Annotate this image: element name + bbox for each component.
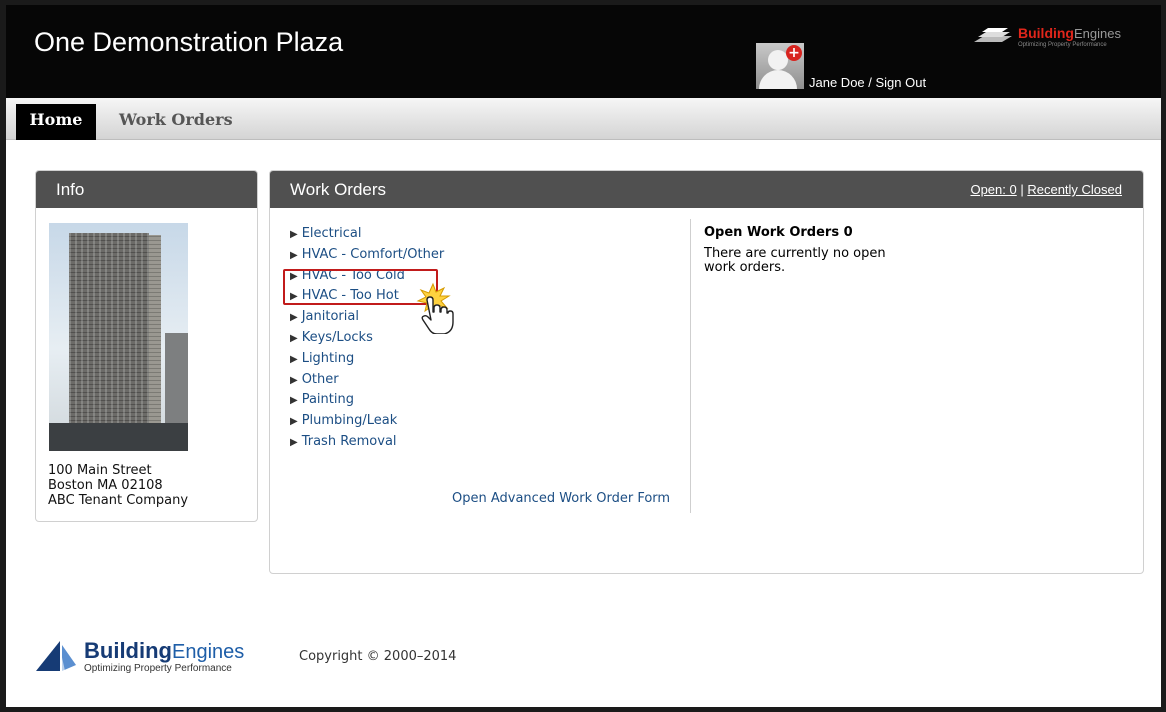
footer-logo-light: Engines [171,641,245,663]
footer-logo: BuildingEngines Optimizing Property Perf… [34,637,244,677]
copyright-text: Copyright © 2000–2014 [299,649,457,664]
tab-home[interactable]: Home [16,104,96,140]
expand-arrow-icon: ▶ [290,395,298,407]
footer-logo-bold: Building [84,638,172,663]
sign-out-link[interactable]: Sign Out [876,75,927,90]
expand-arrow-icon: ▶ [290,291,298,303]
add-plus-icon: + [786,45,802,61]
category-keys-locks[interactable]: ▶ Keys/Locks [290,328,444,349]
tab-work-orders[interactable]: Work Orders [119,104,233,140]
category-electrical[interactable]: ▶ Electrical [290,224,444,245]
user-avatar-icon[interactable]: + [756,43,804,89]
links-separator: | [1016,182,1028,197]
user-separator: / [864,75,876,90]
building-photo [49,223,188,451]
recently-closed-link[interactable]: Recently Closed [1027,182,1122,197]
category-janitorial[interactable]: ▶ Janitorial [290,307,444,328]
info-panel: Info 100 Main Street Boston MA 02108 ABC… [35,170,258,522]
category-hvac-too-cold[interactable]: ▶ HVAC - Too Cold [290,266,444,287]
header-logo: BuildingEngines Optimizing Property Perf… [972,24,1121,48]
expand-arrow-icon: ▶ [290,416,298,428]
user-name-link[interactable]: Jane Doe [809,75,865,90]
open-work-orders-message: There are currently no open work orders. [704,246,886,275]
category-hvac-too-hot[interactable]: ▶ HVAC - Too Hot [290,286,444,307]
tenant-company: ABC Tenant Company [48,493,189,508]
main-nav: Home Work Orders [6,98,1161,140]
header-logo-light: Engines [1074,25,1121,41]
column-divider [690,219,691,513]
info-panel-title: Info [36,171,257,208]
footer-logo-tagline: Optimizing Property Performance [84,663,232,674]
avatar-head [768,50,788,70]
category-painting[interactable]: ▶ Painting [290,390,444,411]
header-logo-bold: Building [1018,24,1074,41]
work-order-categories: ▶ Electrical ▶ HVAC - Comfort/Other ▶ HVAC … [290,224,444,453]
open-work-orders-title: Open Work Orders 0 [704,225,853,240]
work-orders-panel: Work Orders Open: 0 | Recently Closed ▶ E… [269,170,1144,574]
expand-arrow-icon: ▶ [290,436,298,448]
building-engines-logo-icon [36,641,76,671]
header-logo-tagline: Optimizing Property Performance [1018,41,1107,48]
building-engines-logo-icon [974,28,1012,42]
header-bar: One Demonstration Plaza + Jane Doe / Sig… [6,5,1161,98]
open-count-link[interactable]: Open: 0 [970,182,1016,197]
advanced-work-order-link[interactable]: Open Advanced Work Order Form [452,491,670,506]
address-city: Boston MA 02108 [48,478,163,493]
expand-arrow-icon: ▶ [290,353,298,365]
category-other[interactable]: ▶ Other [290,370,444,391]
building-address: 100 Main Street Boston MA 02108 ABC Tena… [48,463,188,508]
app-title: One Demonstration Plaza [34,27,344,57]
expand-arrow-icon: ▶ [290,229,298,240]
category-plumbing-leak[interactable]: ▶ Plumbing/Leak [290,411,444,432]
expand-arrow-icon: ▶ [290,312,298,324]
work-orders-panel-title: Work Orders [290,180,387,199]
user-menu: Jane Doe / Sign Out [809,75,926,90]
app-window: One Demonstration Plaza + Jane Doe / Sig… [6,5,1161,707]
address-street: 100 Main Street [48,463,152,478]
expand-arrow-icon: ▶ [290,374,298,386]
category-lighting[interactable]: ▶ Lighting [290,349,444,370]
expand-arrow-icon: ▶ [290,270,298,282]
category-trash-removal[interactable]: ▶ Trash Removal [290,432,444,453]
category-hvac-comfort[interactable]: ▶ HVAC - Comfort/Other [290,245,444,266]
avatar-body [759,70,797,89]
work-order-filter-links: Open: 0 | Recently Closed [970,171,1122,208]
expand-arrow-icon: ▶ [290,332,298,344]
expand-arrow-icon: ▶ [290,249,298,261]
work-orders-panel-header: Work Orders Open: 0 | Recently Closed [270,171,1143,208]
